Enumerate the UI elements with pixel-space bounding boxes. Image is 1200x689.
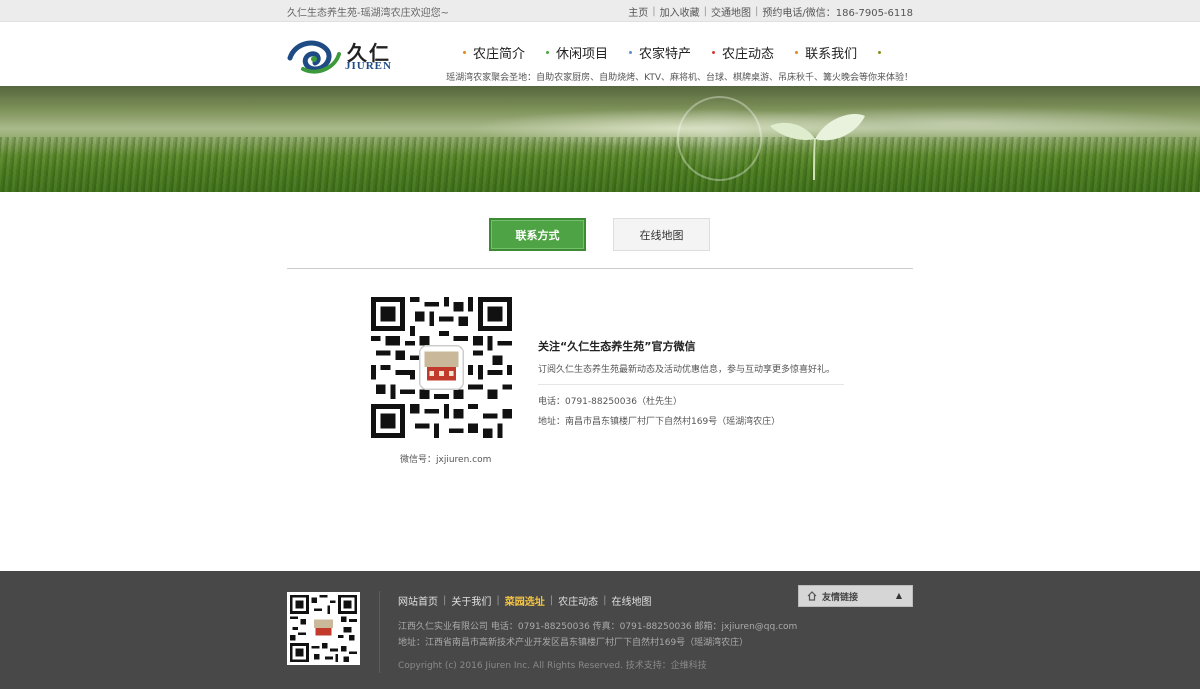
footer-link-map[interactable]: 在线地图 — [612, 593, 652, 608]
friend-links-dropdown[interactable]: 友情链接 ▲ — [798, 585, 913, 607]
footer-links: 网站首页 | 关于我们 | 菜园选址 | 农庄动态 | 在线地图 — [398, 593, 652, 608]
nav-item-intro[interactable]: 农庄简介 — [463, 43, 525, 62]
nav-dot-icon — [795, 51, 799, 54]
nav-dot-icon — [546, 51, 550, 54]
banner-grass — [0, 137, 1200, 192]
top-link-home[interactable]: 主页 — [628, 4, 648, 19]
friend-links-label: 友情链接 — [822, 592, 859, 603]
separator: | — [652, 5, 656, 17]
home-icon — [807, 591, 817, 601]
wechat-follow-title: 关注“久仁生态养生苑”官方微信 — [538, 340, 696, 353]
tagline: 瑶湖湾农家聚会圣地：自助农家厨房、自助烧烤、KTV、麻将机、台球、棋牌桌游、吊床… — [446, 73, 913, 83]
footer: 网站首页 | 关于我们 | 菜园选址 | 农庄动态 | 在线地图 江西久仁实业有… — [0, 571, 1200, 689]
footer-company-info: 江西久仁实业有限公司 电话：0791-88250036 传真：0791-8825… — [398, 622, 798, 632]
contact-tabs: 联系方式 在线地图 — [0, 192, 1200, 269]
nav-end-dot-icon — [878, 51, 882, 54]
nav-dot-icon — [712, 51, 716, 54]
nav-label: 休闲项目 — [556, 47, 609, 62]
logo-subtext: JIUREN — [345, 60, 392, 72]
contact-phone: 电话：0791-88250036（杜先生） — [538, 397, 682, 407]
footer-divider — [379, 591, 380, 673]
contact-content: 微信号：jxjiuren.com 关注“久仁生态养生苑”官方微信 订阅久仁生态养… — [0, 269, 1200, 571]
separator: | — [443, 595, 447, 606]
nav-item-news[interactable]: 农庄动态 — [712, 43, 774, 62]
top-links: 主页 | 加入收藏 | 交通地图 | 预约电话/微信：186-7905-6118 — [628, 4, 913, 19]
separator: | — [755, 5, 759, 17]
footer-link-about[interactable]: 关于我们 — [451, 593, 491, 608]
top-bar: 久仁生态养生苑-瑶湖湾农庄欢迎您~ 主页 | 加入收藏 | 交通地图 | 预约电… — [0, 0, 1200, 22]
sprout-icon — [770, 114, 865, 181]
contact-info: 关注“久仁生态养生苑”官方微信 订阅久仁生态养生苑最新动态及活动优惠信息，参与互… — [538, 338, 844, 427]
contact-address: 地址：南昌市昌东镇楼厂村厂下自然村169号（瑶湖湾农庄） — [538, 417, 781, 427]
footer-copyright: Copyright (c) 2016 Jiuren Inc. All Right… — [398, 661, 707, 671]
separator: | — [603, 595, 607, 606]
main-nav: 农庄简介 休闲项目 农家特产 农庄动态 联系我们 — [463, 43, 882, 62]
separator: | — [549, 595, 554, 606]
tab-contact[interactable]: 联系方式 — [489, 218, 586, 251]
top-link-bookmark[interactable]: 加入收藏 — [660, 4, 700, 19]
welcome-text: 久仁生态养生苑-瑶湖湾农庄欢迎您~ — [287, 7, 449, 19]
nav-item-contact[interactable]: 联系我们 — [795, 43, 857, 62]
caret-up-icon: ▲ — [895, 591, 902, 600]
nav-item-products[interactable]: 农家特产 — [629, 43, 691, 62]
top-link-phone[interactable]: 预约电话/微信：186-7905-6118 — [762, 4, 913, 19]
nav-item-leisure[interactable]: 休闲项目 — [546, 43, 608, 62]
top-link-map[interactable]: 交通地图 — [711, 4, 751, 19]
logo[interactable]: 久仁 JIUREN — [287, 36, 402, 76]
separator: | — [703, 5, 708, 17]
nav-label: 联系我们 — [805, 47, 858, 62]
nav-dot-icon — [629, 51, 633, 54]
logo-swirl-icon — [287, 40, 341, 74]
nav-label: 农庄简介 — [473, 47, 526, 62]
separator: | — [496, 595, 500, 606]
nav-dot-icon — [463, 51, 466, 54]
qr-code-icon — [290, 595, 357, 662]
tab-online-map[interactable]: 在线地图 — [613, 218, 710, 251]
hero-banner — [0, 86, 1200, 192]
wechat-id: 微信号：jxjiuren.com — [400, 455, 492, 465]
nav-label: 农庄动态 — [722, 47, 775, 62]
header: 久仁 JIUREN 农庄简介 休闲项目 农家特产 农庄动态 联系我们 瑶湖湾农家… — [0, 22, 1200, 86]
nav-label: 农家特产 — [639, 47, 692, 62]
footer-link-news[interactable]: 农庄动态 — [558, 593, 598, 608]
footer-qr-code — [287, 592, 360, 665]
wechat-qr-code — [371, 297, 512, 438]
footer-link-garden[interactable]: 菜园选址 — [505, 593, 545, 608]
footer-link-home[interactable]: 网站首页 — [398, 593, 438, 608]
footer-address: 地址：江西省南昌市高新技术产业开发区昌东镇楼厂村厂下自然村169号（瑶湖湾农庄） — [398, 638, 749, 648]
lens-flare — [677, 96, 762, 181]
wechat-follow-desc: 订阅久仁生态养生苑最新动态及活动优惠信息，参与互动享更多惊喜好礼。 — [538, 362, 844, 385]
